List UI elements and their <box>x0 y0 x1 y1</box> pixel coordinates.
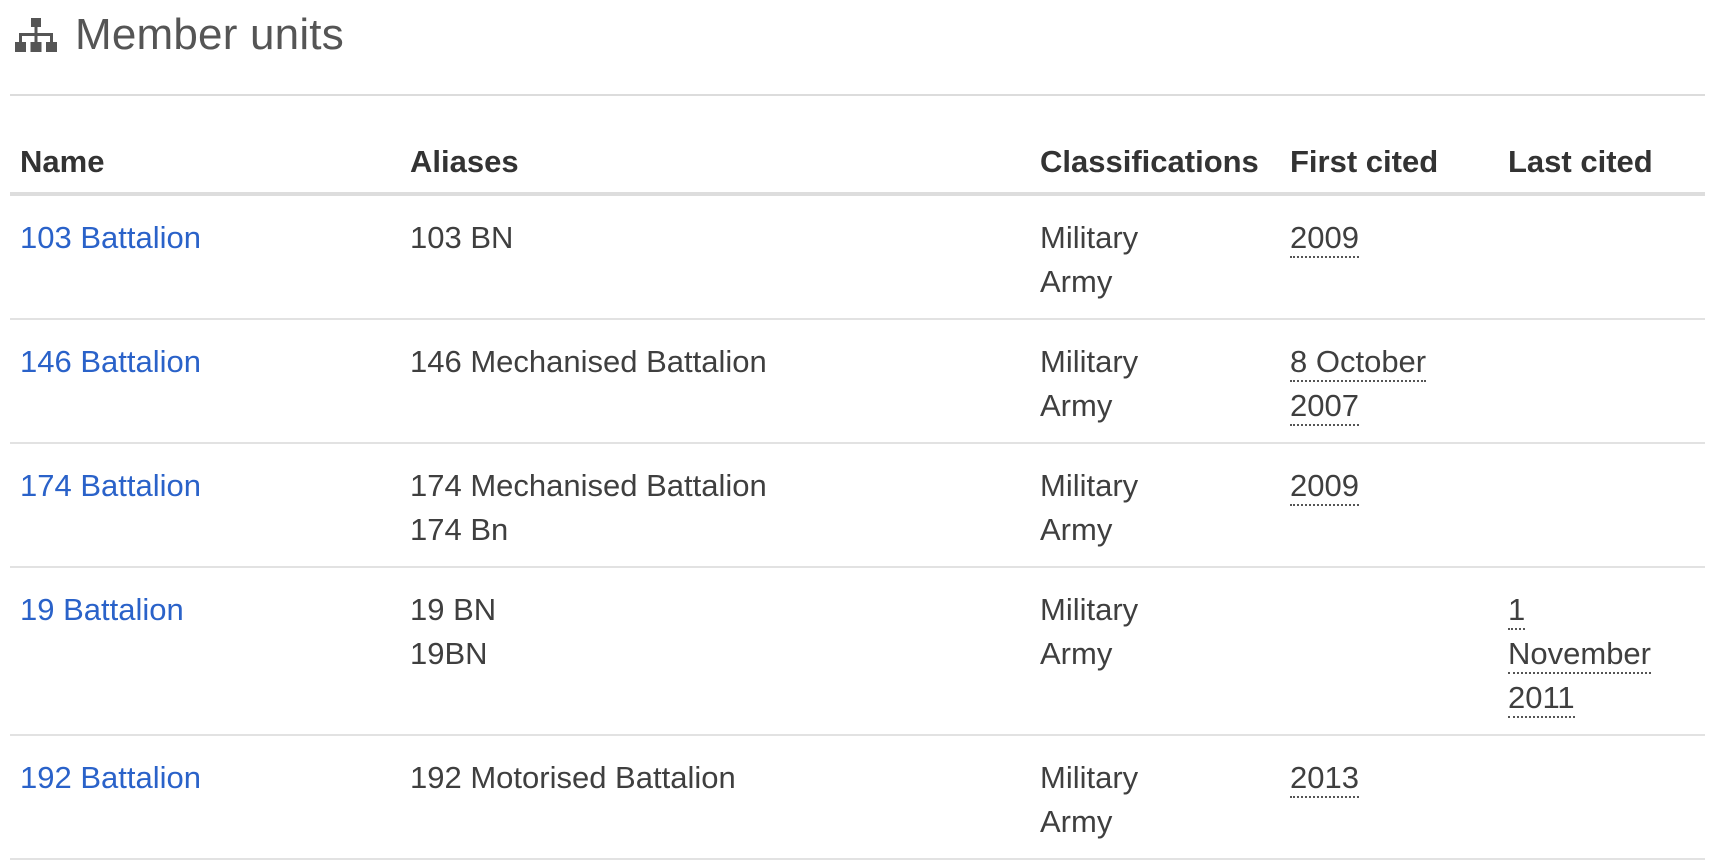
unit-link[interactable]: 174 Battalion <box>20 468 201 503</box>
cell-first-cited: 2013 <box>1280 735 1498 860</box>
alias: 19 BN <box>410 592 497 627</box>
table-header-row: Name Aliases Classifications First cited… <box>10 140 1705 196</box>
last-cited-date: 1 <box>1508 592 1526 630</box>
classification: Military <box>1040 344 1139 379</box>
member-units-table: Name Aliases Classifications First cited… <box>10 140 1705 860</box>
cell-aliases: 146 Mechanised Battalion <box>400 319 1030 444</box>
alias: 103 BN <box>410 220 514 255</box>
first-cited-date: 2009 <box>1290 468 1359 506</box>
table-row: 192 Battalion 192 Motorised Battalion Mi… <box>10 735 1705 860</box>
unit-link[interactable]: 103 Battalion <box>20 220 201 255</box>
cell-aliases: 103 BN <box>400 194 1030 320</box>
cell-name: 174 Battalion <box>10 443 400 568</box>
first-cited-date: 2007 <box>1290 388 1359 426</box>
alias: 174 Mechanised Battalion <box>410 468 767 503</box>
table-row: 103 Battalion 103 BN Military Army 2009 <box>10 194 1705 320</box>
column-header-name: Name <box>10 140 400 196</box>
classification: Army <box>1040 264 1113 299</box>
unit-link[interactable]: 19 Battalion <box>20 592 184 627</box>
cell-first-cited: 2009 <box>1280 194 1498 320</box>
cell-aliases: 192 Motorised Battalion <box>400 735 1030 860</box>
first-cited-date: 8 October <box>1290 344 1427 382</box>
first-cited-date: 2009 <box>1290 220 1359 258</box>
cell-last-cited <box>1498 443 1705 568</box>
cell-name: 146 Battalion <box>10 319 400 444</box>
cell-first-cited: 2009 <box>1280 443 1498 568</box>
alias: 19BN <box>410 636 488 671</box>
cell-last-cited <box>1498 319 1705 444</box>
cell-last-cited: 1 November 2011 <box>1498 567 1705 736</box>
unit-link[interactable]: 146 Battalion <box>20 344 201 379</box>
member-units-section: Member units Name Aliases Classification… <box>10 0 1705 860</box>
classification: Army <box>1040 388 1113 423</box>
column-header-last-cited: Last cited <box>1498 140 1705 196</box>
section-divider <box>10 94 1705 96</box>
alias: 146 Mechanised Battalion <box>410 344 767 379</box>
classification: Military <box>1040 220 1139 255</box>
column-header-classifications: Classifications <box>1030 140 1280 196</box>
cell-classifications: Military Army <box>1030 443 1280 568</box>
column-header-first-cited: First cited <box>1280 140 1498 196</box>
classification: Army <box>1040 512 1113 547</box>
table-row: 174 Battalion 174 Mechanised Battalion 1… <box>10 443 1705 568</box>
classification: Army <box>1040 636 1113 671</box>
cell-classifications: Military Army <box>1030 194 1280 320</box>
cell-classifications: Military Army <box>1030 319 1280 444</box>
cell-name: 19 Battalion <box>10 567 400 736</box>
last-cited-date: 2011 <box>1508 680 1575 718</box>
cell-classifications: Military Army <box>1030 735 1280 860</box>
classification: Military <box>1040 760 1139 795</box>
cell-first-cited: 8 October 2007 <box>1280 319 1498 444</box>
classification: Army <box>1040 804 1113 839</box>
table-row: 146 Battalion 146 Mechanised Battalion M… <box>10 319 1705 444</box>
section-heading: Member units <box>10 0 1705 70</box>
table-row: 19 Battalion 19 BN 19BN Military Army 1 … <box>10 567 1705 736</box>
cell-name: 192 Battalion <box>10 735 400 860</box>
cell-aliases: 19 BN 19BN <box>400 567 1030 736</box>
cell-name: 103 Battalion <box>10 194 400 320</box>
column-header-aliases: Aliases <box>400 140 1030 196</box>
cell-aliases: 174 Mechanised Battalion 174 Bn <box>400 443 1030 568</box>
alias: 192 Motorised Battalion <box>410 760 736 795</box>
alias: 174 Bn <box>410 512 509 547</box>
first-cited-date: 2013 <box>1290 760 1359 798</box>
section-title: Member units <box>75 10 344 59</box>
cell-classifications: Military Army <box>1030 567 1280 736</box>
unit-link[interactable]: 192 Battalion <box>20 760 201 795</box>
cell-first-cited <box>1280 567 1498 736</box>
classification: Military <box>1040 468 1139 503</box>
cell-last-cited <box>1498 735 1705 860</box>
last-cited-date: November <box>1508 636 1651 674</box>
cell-last-cited <box>1498 194 1705 320</box>
sitemap-icon <box>15 18 57 52</box>
classification: Military <box>1040 592 1139 627</box>
